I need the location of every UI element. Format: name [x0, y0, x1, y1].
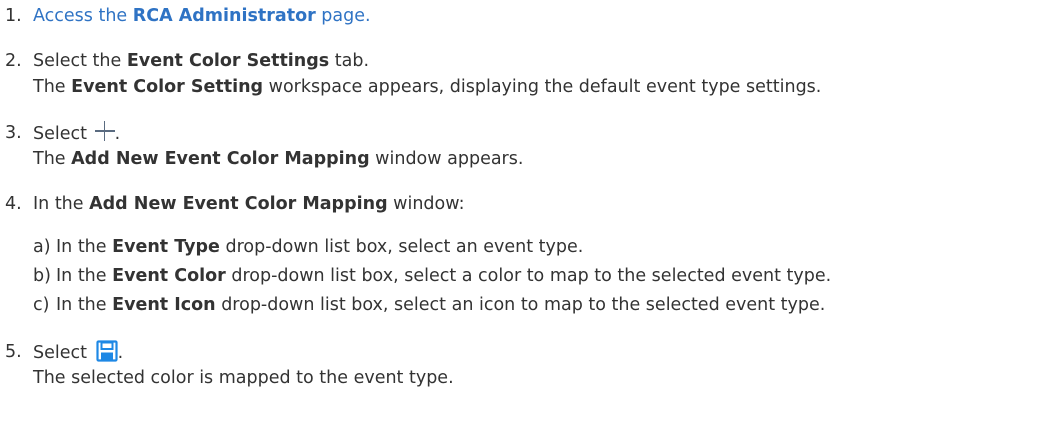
rca-administrator-link[interactable]: Access the RCA Administrator page. [33, 6, 371, 26]
save-icon [95, 340, 118, 362]
step-5-line-2: The selected color is mapped to the even… [33, 368, 454, 388]
step-3-line-1: Select . [33, 121, 120, 146]
step-number: 3. [5, 123, 22, 143]
step-number: 4. [5, 194, 22, 214]
step-5-line-1: Select . [33, 340, 123, 365]
step-number: 2. [5, 51, 22, 71]
step-2-line-2: The Event Color Setting workspace appear… [33, 77, 822, 97]
step-3-line-2: The Add New Event Color Mapping window a… [33, 149, 524, 169]
step-number: 5. [5, 342, 22, 362]
step-2-line-1: Select the Event Color Settings tab. [33, 51, 370, 71]
step-1-text: Access the RCA Administrator page. [33, 4, 371, 28]
plus-icon [94, 121, 115, 141]
step-number: 1. [5, 6, 22, 26]
step-4-line-1: In the Add New Event Color Mapping windo… [33, 194, 465, 214]
